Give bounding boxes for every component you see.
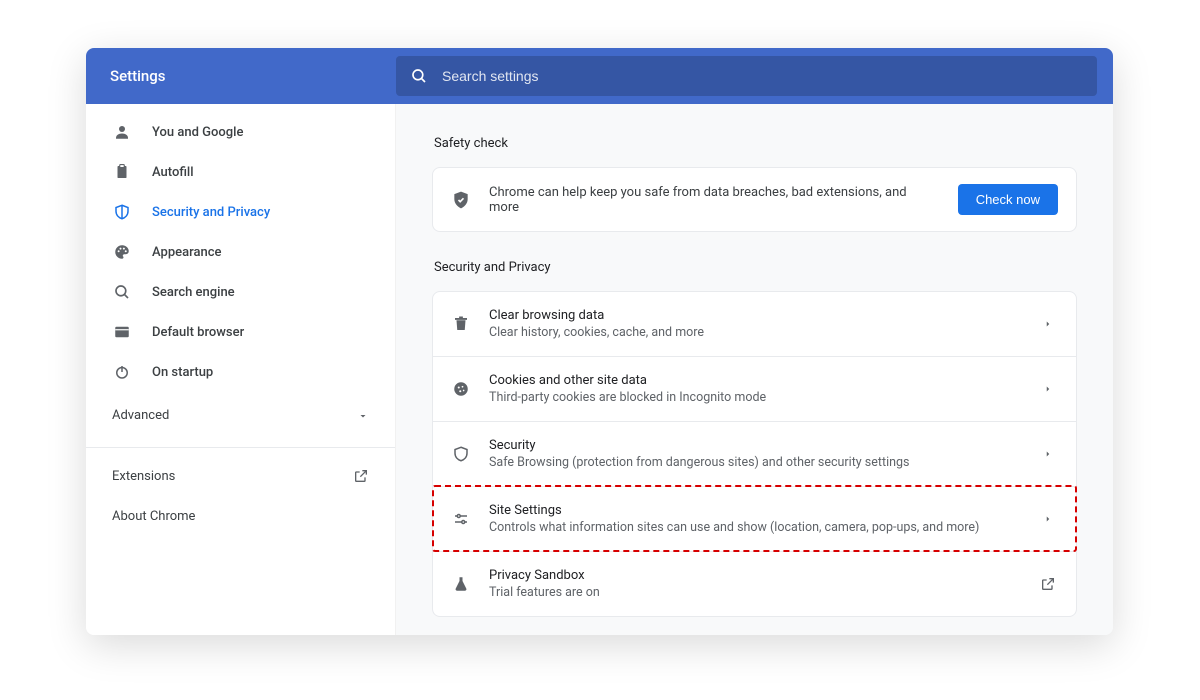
row-subtitle: Trial features are on — [489, 585, 1020, 600]
person-icon — [112, 123, 132, 141]
sidebar-item-you-and-google[interactable]: You and Google — [86, 112, 395, 152]
chevron-right-icon — [1038, 384, 1058, 394]
sidebar-item-label: On startup — [152, 365, 213, 380]
security-privacy-heading: Security and Privacy — [434, 260, 1077, 275]
safety-check-card: Chrome can help keep you safe from data … — [432, 167, 1077, 232]
row-subtitle: Third-party cookies are blocked in Incog… — [489, 390, 1020, 405]
cookie-icon — [451, 380, 471, 398]
search-input[interactable] — [442, 68, 1083, 84]
list-row-privacy-sandbox[interactable]: Privacy Sandbox Trial features are on — [433, 551, 1076, 616]
sidebar-item-label: You and Google — [152, 125, 243, 140]
chevron-down-icon — [357, 410, 369, 422]
clipboard-icon — [112, 163, 132, 181]
sidebar-advanced-toggle[interactable]: Advanced — [86, 392, 395, 439]
sidebar-item-label: Default browser — [152, 325, 244, 340]
power-icon — [112, 363, 132, 381]
settings-title: Settings — [102, 67, 396, 85]
row-subtitle: Clear history, cookies, cache, and more — [489, 325, 1020, 340]
sidebar-separator — [86, 447, 395, 448]
sidebar-item-label: Security and Privacy — [152, 205, 270, 220]
sidebar-item-appearance[interactable]: Appearance — [86, 232, 395, 272]
chevron-right-icon — [1038, 514, 1058, 524]
sidebar-item-extensions[interactable]: Extensions — [86, 456, 395, 496]
list-row-security[interactable]: Security Safe Browsing (protection from … — [433, 421, 1076, 486]
sidebar-item-label: Search engine — [152, 285, 235, 300]
sliders-icon — [451, 510, 471, 528]
check-now-button[interactable]: Check now — [958, 184, 1058, 215]
safety-check-heading: Safety check — [434, 136, 1077, 151]
row-subtitle: Safe Browsing (protection from dangerous… — [489, 455, 1020, 470]
palette-icon — [112, 243, 132, 261]
row-title: Site Settings — [489, 503, 1020, 518]
trash-icon — [451, 315, 471, 333]
search-icon — [112, 283, 132, 301]
sidebar-item-autofill[interactable]: Autofill — [86, 152, 395, 192]
open-external-icon — [1038, 576, 1058, 592]
row-title: Privacy Sandbox — [489, 568, 1020, 583]
list-row-clear-browsing-data[interactable]: Clear browsing data Clear history, cooki… — [433, 292, 1076, 356]
sidebar-extensions-label: Extensions — [112, 469, 175, 484]
safety-check-desc: Chrome can help keep you safe from data … — [489, 185, 940, 215]
flask-icon — [451, 575, 471, 593]
sidebar-item-default-browser[interactable]: Default browser — [86, 312, 395, 352]
main-content: Safety check Chrome can help keep you sa… — [396, 104, 1113, 635]
safety-check-row: Chrome can help keep you safe from data … — [433, 168, 1076, 231]
shield-check-icon — [451, 190, 471, 210]
chevron-right-icon — [1038, 319, 1058, 329]
browser-window-icon — [112, 323, 132, 341]
row-subtitle: Controls what information sites can use … — [489, 520, 1020, 535]
sidebar: You and Google Autofill Security and Pri… — [86, 104, 396, 635]
row-title: Security — [489, 438, 1020, 453]
sidebar-item-search-engine[interactable]: Search engine — [86, 272, 395, 312]
row-title: Clear browsing data — [489, 308, 1020, 323]
sidebar-item-on-startup[interactable]: On startup — [86, 352, 395, 392]
sidebar-about-label: About Chrome — [112, 509, 195, 524]
security-privacy-card: Clear browsing data Clear history, cooki… — [432, 291, 1077, 617]
settings-window: Settings You and Google Autofill — [86, 48, 1113, 635]
chevron-right-icon — [1038, 449, 1058, 459]
sidebar-item-security-and-privacy[interactable]: Security and Privacy — [86, 192, 395, 232]
shield-icon — [451, 445, 471, 463]
list-row-cookies[interactable]: Cookies and other site data Third-party … — [433, 356, 1076, 421]
sidebar-item-label: Autofill — [152, 165, 194, 180]
sidebar-advanced-label: Advanced — [112, 408, 169, 423]
search-box[interactable] — [396, 56, 1097, 96]
row-title: Cookies and other site data — [489, 373, 1020, 388]
shield-icon — [112, 203, 132, 221]
header-bar: Settings — [86, 48, 1113, 104]
sidebar-item-label: Appearance — [152, 245, 221, 260]
open-external-icon — [353, 468, 369, 484]
list-row-site-settings[interactable]: Site Settings Controls what information … — [433, 486, 1076, 551]
search-icon — [410, 67, 428, 85]
sidebar-item-about-chrome[interactable]: About Chrome — [86, 496, 395, 536]
